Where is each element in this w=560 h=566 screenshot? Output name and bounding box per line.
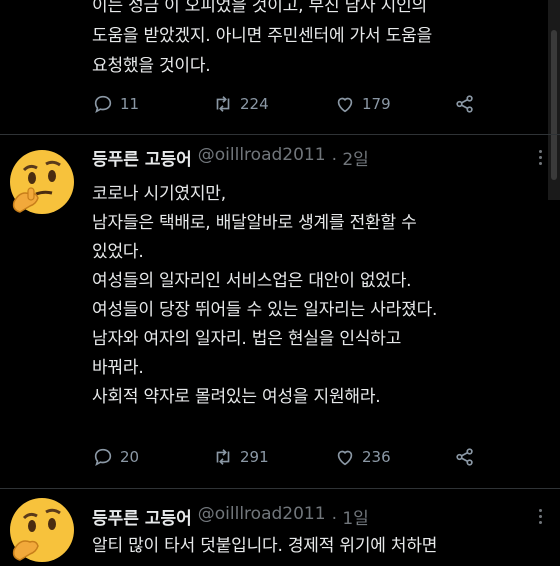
tweet-time[interactable]: · 1일 [332,504,369,529]
reply-count: 11 [120,95,140,113]
display-name[interactable]: 등푸른 고등어 [92,145,192,170]
divider [0,134,560,135]
share-icon [456,95,473,113]
thinking-face-emoji-avatar[interactable] [6,146,78,218]
like-icon [337,97,353,113]
tweet-2-line: 바꿔라. [92,358,144,378]
more-options-icon[interactable] [530,509,550,524]
user-handle[interactable]: @oilllroad2011 [198,145,326,170]
tweet-1-line: 요청했을 것이다. [92,56,211,76]
tweet-2-text: 코로나 시기였지만, 남자들은 택배로, 배달알바로 생계를 전환할 수 있었다… [92,182,437,409]
tweet-2-line: 여성들의 일자리인 서비스업은 대안이 없었다. [92,271,412,291]
retweet-icon [216,449,230,465]
share-button[interactable] [454,93,476,115]
retweet-icon [216,96,230,112]
reply-count: 20 [120,448,140,466]
thinking-face-emoji-avatar[interactable] [6,494,78,566]
like-count: 179 [362,95,391,113]
tweet-1-line: 도움을 받았겠지. 아니면 주민센터에 가서 도움을 [92,26,433,46]
tweet-2-line: 코로나 시기였지만, [92,184,226,204]
reply-icon [94,95,112,114]
tweet-1-line: 이는 성금 이 오피었을 것이고, 부진 남자 지인의 [92,0,427,16]
scrollbar-thumb[interactable] [551,30,557,180]
reply-button[interactable]: 20 [92,446,139,468]
tweet-1-text: 이는 성금 이 오피었을 것이고, 부진 남자 지인의 도움을 받았겠지. 아니… [92,0,432,78]
display-name[interactable]: 등푸른 고등어 [92,504,192,529]
tweet-2-line: 여성들이 당장 뛰어들 수 있는 일자리는 사라졌다. [92,300,438,320]
tweet-3-header: 등푸른 고등어 @oilllroad2011 · 1일 [92,504,369,529]
like-count: 236 [362,448,391,466]
tweet-time[interactable]: · 2일 [332,145,369,170]
retweet-count: 291 [240,448,269,466]
reply-icon [94,448,112,467]
scrollbar[interactable] [548,0,560,200]
retweet-button[interactable]: 224 [212,93,269,115]
tweet-3-text: 알티 많이 타서 덧붙입니다. 경제적 위기에 처하면 [92,534,437,558]
tweet-3-line: 알티 많이 타서 덧붙입니다. 경제적 위기에 처하면 [92,536,438,556]
divider [0,488,560,489]
tweet-1-actions: 11 224 179 [92,93,532,117]
tweet-2-actions: 20 291 236 [92,446,532,470]
like-button[interactable]: 179 [334,93,391,115]
share-icon [456,448,473,466]
retweet-button[interactable]: 291 [212,446,269,468]
reply-button[interactable]: 11 [92,93,139,115]
retweet-count: 224 [240,95,269,113]
tweet-2-line: 남자와 여자의 일자리. 법은 현실을 인식하고 [92,329,402,349]
tweet-2-line: 있었다. [92,242,144,262]
user-handle[interactable]: @oilllroad2011 [198,504,326,529]
share-button[interactable] [454,446,476,468]
tweet-2-line: 사회적 약자로 몰려있는 여성을 지원해라. [92,387,381,407]
tweet-2-line: 남자들은 택배로, 배달알바로 생계를 전환할 수 [92,213,417,233]
like-button[interactable]: 236 [334,446,391,468]
like-icon [337,450,353,466]
more-options-icon[interactable] [530,150,550,165]
tweet-2-header: 등푸른 고등어 @oilllroad2011 · 2일 [92,145,369,170]
